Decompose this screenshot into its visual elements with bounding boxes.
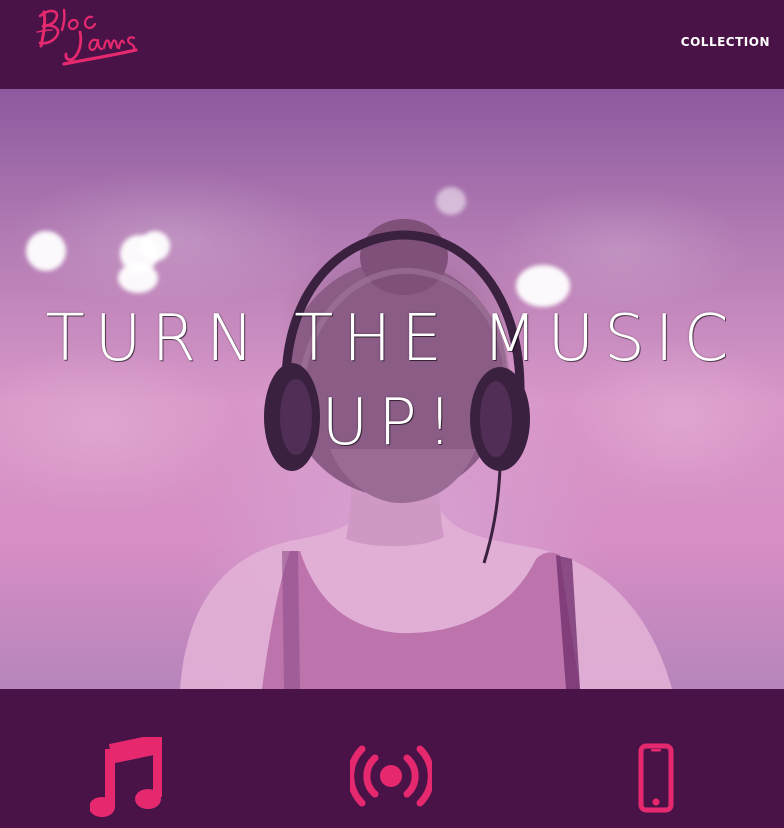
broadcast-icon: [350, 745, 432, 807]
mobile-phone-icon: [638, 743, 674, 813]
music-note-icon: [90, 737, 162, 817]
hero-title: TURN THE MUSIC UP!: [45, 302, 739, 460]
navbar: COLLECTION: [0, 0, 784, 89]
bloc-jams-logo: [36, 8, 138, 66]
nav-link-collection[interactable]: COLLECTION: [681, 35, 770, 49]
hero-section: TURN THE MUSIC UP!: [0, 89, 784, 689]
features-section: [0, 689, 784, 828]
logo[interactable]: [34, 2, 140, 72]
